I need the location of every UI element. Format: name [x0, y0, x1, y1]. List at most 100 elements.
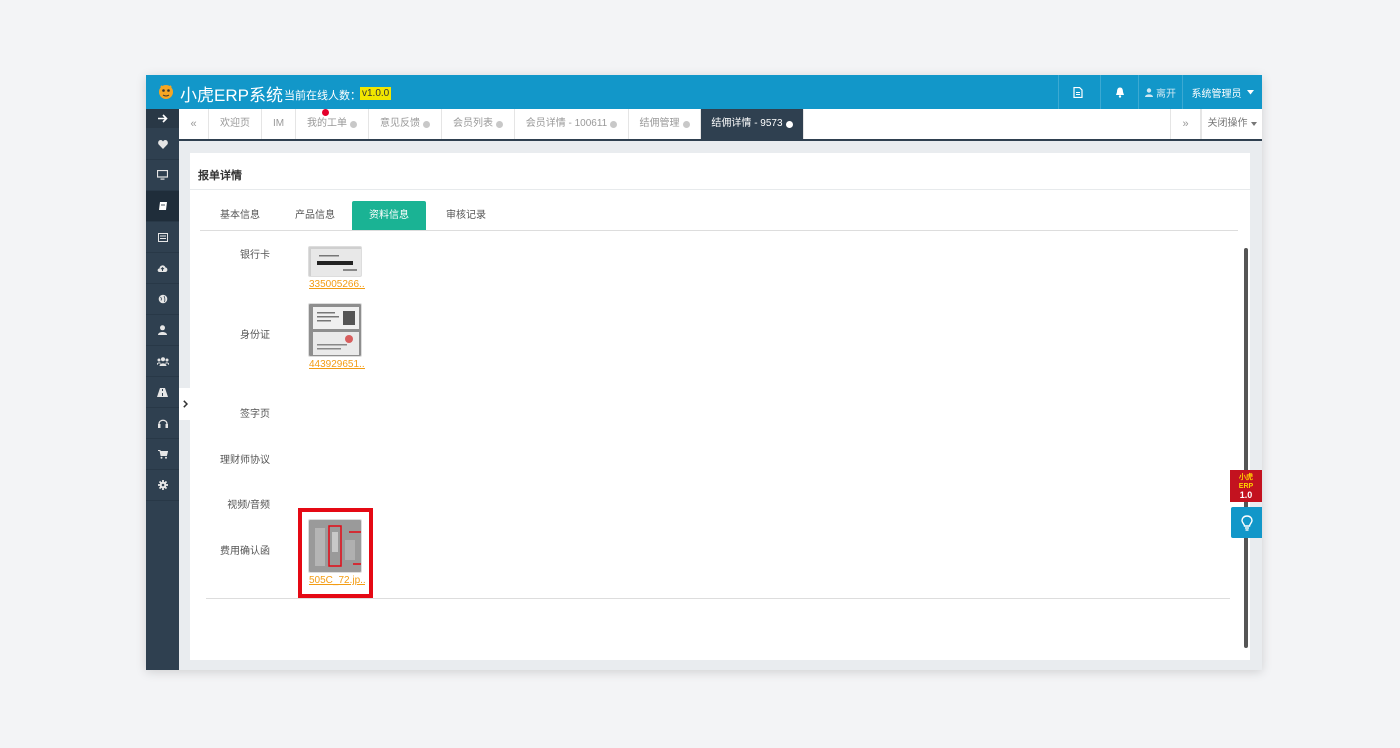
tab-label: 欢迎页 [220, 118, 250, 129]
tab-feedback[interactable]: 意见反馈 [369, 109, 442, 139]
heart-icon [157, 139, 168, 149]
cloud-upload-icon [157, 265, 168, 272]
field-label-signature-page: 签字页 [240, 409, 270, 420]
scrollbar[interactable] [1244, 248, 1248, 648]
document-button[interactable] [1058, 75, 1096, 109]
field-label-bank-card: 银行卡 [240, 250, 270, 261]
close-icon[interactable] [423, 120, 430, 128]
help-button[interactable] [1231, 507, 1262, 538]
tab-bar: « 欢迎页 IM 我的工单 意见反馈 会员列表 会员详情 - 100611 结佣… [179, 109, 1262, 141]
close-icon[interactable] [496, 120, 503, 128]
subtab-basic-info[interactable]: 基本信息 [205, 201, 275, 230]
bell-icon [1115, 87, 1124, 98]
app-title: 小虎ERP系统 [180, 86, 283, 105]
close-ops-label: 关闭操作 [1207, 118, 1248, 129]
user-label: 系统管理员 [1191, 88, 1242, 100]
sidebar-item-list[interactable] [146, 222, 179, 253]
sidebar-item-users[interactable] [146, 346, 179, 377]
tab-my-tickets[interactable]: 我的工单 [296, 109, 369, 139]
highlight-box [298, 508, 373, 598]
tab-scroll-left[interactable]: « [179, 109, 209, 139]
field-label-planner-agreement: 理财师协议 [220, 455, 270, 466]
bank-card-image [309, 247, 361, 276]
tab-scroll-right[interactable]: » [1170, 109, 1201, 139]
globe-icon [158, 294, 167, 304]
tab-label: 意见反馈 [380, 118, 420, 129]
list-icon [157, 232, 168, 242]
sidebar-item-favorites[interactable] [146, 129, 179, 160]
sidebar-item-road[interactable] [146, 377, 179, 408]
sidebar-expand-button[interactable] [146, 109, 179, 128]
sidebar-item-cloud[interactable] [146, 253, 179, 284]
sidebar-item-book[interactable] [146, 191, 179, 222]
close-icon[interactable] [350, 120, 357, 128]
id-card-thumbnail[interactable] [308, 303, 362, 357]
tab-label: 会员列表 [453, 118, 493, 129]
book-icon [158, 202, 167, 210]
close-icon[interactable] [785, 120, 793, 128]
bank-card-file-link[interactable]: 335005266... [309, 279, 365, 290]
tab-commission-detail[interactable]: 结佣详情 - 9573 [701, 109, 804, 139]
sidebar-item-settings[interactable] [146, 470, 179, 501]
caret-down-icon [1246, 89, 1254, 94]
leave-label: 离开 [1156, 88, 1176, 100]
tab-member-detail[interactable]: 会员详情 - 100611 [515, 109, 629, 139]
tab-label: IM [272, 118, 285, 129]
document-icon [1072, 86, 1083, 98]
field-label-video-audio: 视频/音频 [227, 500, 270, 511]
tab-label: 会员详情 - 100611 [525, 118, 608, 129]
field-label-fee-confirmation: 费用确认函 [220, 546, 270, 557]
user-icon [158, 325, 167, 335]
close-icon[interactable] [610, 120, 618, 128]
panel-title: 报单详情 [198, 170, 242, 182]
sidebar-item-desktop[interactable] [146, 160, 179, 191]
monitor-icon [157, 170, 168, 180]
road-icon [157, 387, 168, 397]
sidebar-item-user[interactable] [146, 315, 179, 346]
prev-label: « [190, 118, 197, 130]
id-card-file-link[interactable]: 443929651... [309, 359, 365, 370]
gear-icon [157, 480, 168, 490]
promo-badge[interactable]: 小虎 ERP 1.0 [1230, 470, 1262, 502]
arrow-right-icon [157, 114, 168, 123]
user-icon [1145, 87, 1153, 97]
user-menu-button[interactable]: 系统管理员 [1182, 75, 1262, 109]
close-icon[interactable] [682, 120, 690, 128]
subtab-audit-log[interactable]: 审核记录 [430, 201, 502, 230]
tab-welcome[interactable]: 欢迎页 [209, 109, 262, 139]
tab-label: 结佣详情 - 9573 [711, 118, 783, 129]
promo-text: 小虎 [1239, 474, 1253, 481]
promo-text: 1.0 [1239, 490, 1253, 500]
headphones-icon [157, 419, 168, 428]
divider [206, 598, 1230, 599]
close-operations-menu[interactable]: 关闭操作 [1201, 109, 1262, 139]
cart-icon [157, 449, 168, 459]
id-card-image [309, 304, 361, 356]
sidebar-item-support[interactable] [146, 408, 179, 439]
tiger-logo-icon [159, 85, 173, 99]
tab-im[interactable]: IM [262, 109, 296, 139]
sidebar [146, 109, 179, 670]
field-label-id-card: 身份证 [240, 330, 270, 341]
subtab-documents[interactable]: 资料信息 [352, 201, 426, 230]
online-count: 当前在线人数：1 [284, 90, 368, 102]
bank-card-thumbnail[interactable] [308, 246, 362, 277]
order-detail-panel: 报单详情 基本信息 产品信息 资料信息 审核记录 银行卡 335005266..… [190, 153, 1250, 660]
next-label: » [1182, 118, 1189, 130]
tab-label: 结佣管理 [639, 118, 680, 129]
version-badge: v1.0.0 [360, 87, 392, 100]
users-icon [156, 356, 169, 366]
subtab-product-info[interactable]: 产品信息 [280, 201, 350, 230]
top-header: 小虎ERP系统 当前在线人数：1 v1.0.0 离开 系统管理员 [146, 75, 1262, 109]
leave-button[interactable]: 离开 [1138, 75, 1182, 109]
sidebar-item-shop[interactable] [146, 439, 179, 470]
sidebar-item-globe[interactable] [146, 284, 179, 315]
lightbulb-icon [1240, 514, 1253, 531]
tab-member-list[interactable]: 会员列表 [442, 109, 515, 139]
notification-dot [322, 109, 329, 116]
divider [200, 230, 1238, 231]
divider [190, 189, 1250, 190]
notification-button[interactable] [1100, 75, 1138, 109]
tab-commission-manage[interactable]: 结佣管理 [629, 109, 701, 139]
caret-down-icon [1250, 122, 1257, 126]
